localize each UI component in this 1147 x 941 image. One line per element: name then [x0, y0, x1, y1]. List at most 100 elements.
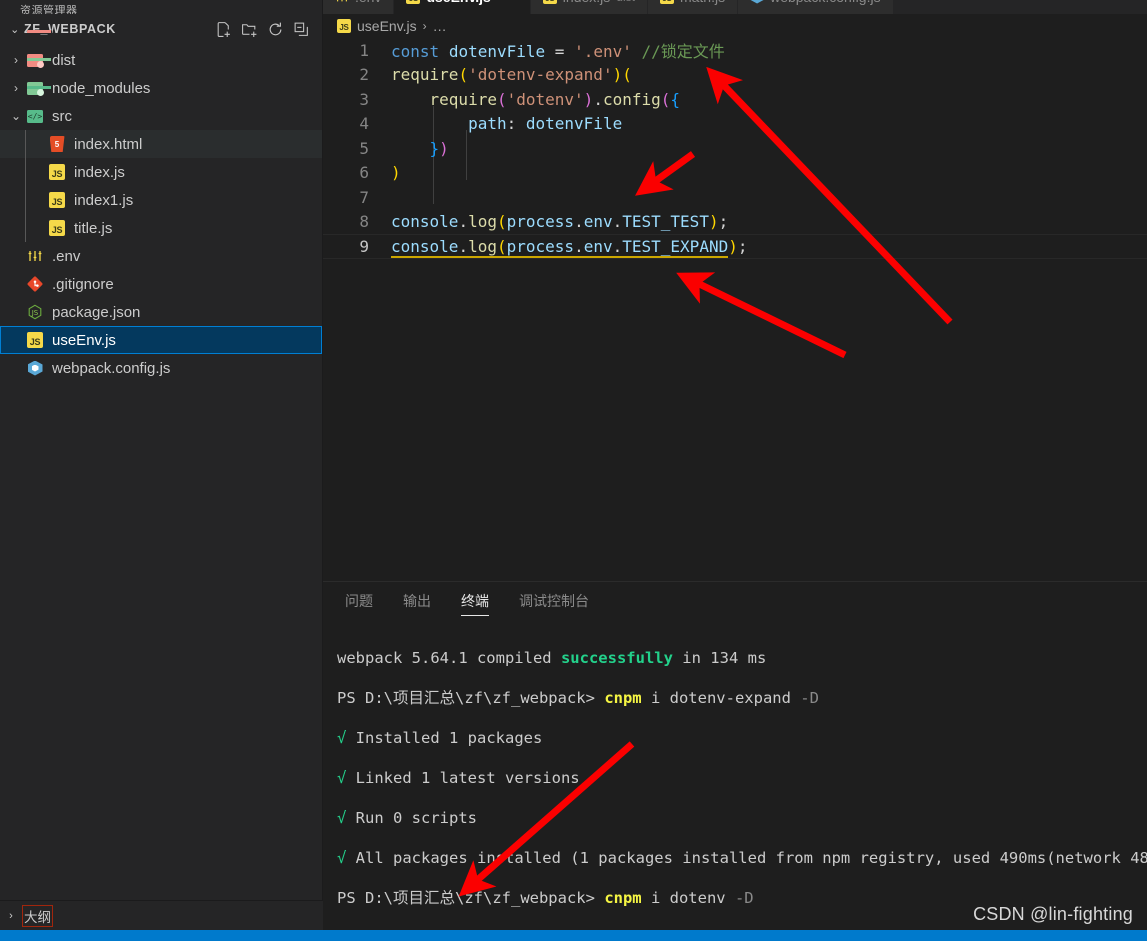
- code-line-5: 5 }): [323, 136, 1147, 161]
- bottom-panel: 问题 输出 终端 调试控制台 webpack 5.64.1 compiled s…: [323, 581, 1147, 941]
- spacer: ·: [30, 221, 46, 235]
- code-line-1: 1 const dotenvFile = '.env' //锁定文件: [323, 38, 1147, 63]
- outline-section[interactable]: › 大纲: [0, 900, 323, 930]
- tab-env[interactable]: .env: [323, 0, 395, 14]
- tab-label: math.js: [680, 0, 725, 5]
- folder-icon: </>: [24, 85, 52, 123]
- js-file-icon: JS: [46, 164, 68, 180]
- env-file-icon: [335, 0, 349, 4]
- tree-item-gitignore[interactable]: · .gitignore: [0, 270, 322, 298]
- tree-item-useenv-js[interactable]: · JS useEnv.js: [0, 326, 322, 354]
- status-bar[interactable]: [0, 930, 1147, 941]
- tree-item-label: webpack.config.js: [52, 359, 171, 377]
- tab-debug-console[interactable]: 调试控制台: [519, 582, 589, 620]
- tab-webpack-config-js[interactable]: webpack.config.js: [738, 0, 894, 14]
- tab-useenv-js[interactable]: JS useEnv.js ···: [394, 0, 531, 14]
- tree-item-label: dist: [52, 51, 76, 69]
- spacer: ·: [8, 333, 24, 347]
- code-line-2: 2 require('dotenv-expand')(: [323, 63, 1147, 88]
- watermark: CSDN @lin-fighting: [973, 904, 1133, 924]
- line-number: 7: [359, 187, 369, 207]
- line-number: 9: [359, 236, 369, 256]
- code-line-6: 6 ): [323, 161, 1147, 186]
- tree-item-src[interactable]: ⌄ </> src: [0, 85, 322, 130]
- terminal-line: √ Installed 1 packages: [337, 729, 543, 747]
- code-line-3: 3 require('dotenv').config({: [323, 87, 1147, 112]
- new-file-icon[interactable]: [212, 18, 234, 40]
- tree-item-index-js[interactable]: · JS index.js: [0, 158, 322, 186]
- tree-item-label: src: [52, 107, 72, 125]
- panel-tab-bar: 问题 输出 终端 调试控制台: [323, 582, 1147, 620]
- editor-area: .env JS useEnv.js ··· JS index.js dist J…: [323, 0, 1147, 941]
- tab-output[interactable]: 输出: [403, 582, 431, 620]
- tree-item-label: useEnv.js: [52, 331, 116, 349]
- tab-label: useEnv.js: [426, 0, 490, 5]
- chevron-right-icon: ›: [9, 909, 13, 922]
- line-number: 4: [359, 114, 369, 134]
- node-file-icon: JS: [24, 304, 46, 320]
- line-number: 1: [359, 40, 369, 60]
- js-file-icon: JS: [46, 192, 68, 208]
- collapse-all-icon[interactable]: [290, 18, 312, 40]
- tab-index-js[interactable]: JS index.js dist: [530, 0, 648, 14]
- editor-tab-bar: .env JS useEnv.js ··· JS index.js dist J…: [323, 0, 1147, 14]
- terminal-line: PS D:\项目汇总\zf\zf_webpack> cnpm i dotenv-…: [337, 689, 819, 707]
- chevron-down-icon: ⌄: [10, 23, 20, 36]
- line-number: 2: [359, 65, 369, 85]
- js-file-icon: JS: [337, 19, 351, 33]
- tree-item-title-js[interactable]: · JS title.js: [0, 214, 322, 242]
- code-editor[interactable]: 1 const dotenvFile = '.env' //锁定文件 2 req…: [323, 38, 1147, 581]
- spacer: ·: [30, 193, 46, 207]
- code-text: console.log(process.env.TEST_TEST);: [391, 212, 729, 232]
- js-file-icon: JS: [406, 0, 421, 4]
- code-line-8: 8 console.log(process.env.TEST_TEST);: [323, 210, 1147, 235]
- chevron-down-icon: ⌄: [10, 109, 22, 123]
- breadcrumb: JS useEnv.js › …: [323, 14, 1147, 38]
- code-text: const dotenvFile = '.env' //锁定文件: [391, 42, 725, 62]
- code-text: }): [429, 138, 449, 158]
- spacer: ·: [8, 249, 24, 263]
- tree-item-label: title.js: [74, 219, 113, 237]
- vscode-window: 资源管理器 ⌄ ZF_WEBPACK › dist › node_modules…: [0, 0, 1147, 941]
- tree-item-label: node_modules: [52, 79, 151, 97]
- line-number: 5: [359, 138, 369, 158]
- line-number: 8: [359, 212, 369, 232]
- tree-item-label: index.html: [74, 135, 143, 153]
- tree-item-webpack-config-js[interactable]: · webpack.config.js: [0, 354, 322, 382]
- webpack-file-icon: [24, 360, 46, 376]
- breadcrumb-more[interactable]: …: [433, 18, 447, 34]
- tab-label: webpack.config.js: [770, 0, 881, 5]
- tree-item-label: index1.js: [74, 191, 134, 209]
- tree-item-env[interactable]: · .env: [0, 242, 322, 270]
- env-file-icon: [24, 248, 46, 264]
- new-folder-icon[interactable]: [238, 18, 260, 40]
- tab-math-js[interactable]: JS math.js: [647, 0, 739, 14]
- sidebar: 资源管理器 ⌄ ZF_WEBPACK › dist › node_modules…: [0, 0, 323, 941]
- terminal-line: webpack 5.64.1 compiled successfully in …: [337, 649, 767, 667]
- spacer: ·: [8, 305, 24, 319]
- refresh-icon[interactable]: [264, 18, 286, 40]
- tree-item-index1-js[interactable]: · JS index1.js: [0, 186, 322, 214]
- spacer: ·: [30, 137, 46, 151]
- terminal-line: √ Linked 1 latest versions: [337, 769, 580, 787]
- line-number: 6: [359, 163, 369, 183]
- git-file-icon: [24, 276, 46, 292]
- code-line-9: 9 console.log(process.env.TEST_EXPAND);: [323, 234, 1147, 259]
- terminal-output[interactable]: webpack 5.64.1 compiled successfully in …: [323, 620, 1147, 941]
- code-text: path: dotenvFile: [468, 114, 623, 134]
- tree-item-package-json[interactable]: · JS package.json: [0, 298, 322, 326]
- terminal-line: √ All packages installed (1 packages ins…: [337, 849, 1147, 867]
- breadcrumb-file[interactable]: useEnv.js: [357, 18, 417, 34]
- webpack-file-icon: [750, 0, 765, 4]
- tab-terminal[interactable]: 终端: [461, 582, 489, 620]
- tree-item-label: .env: [52, 247, 81, 265]
- file-tree: › dist › node_modules ⌄ </> src 5 index.…: [0, 29, 322, 382]
- tab-label: index.js: [563, 0, 610, 5]
- chevron-right-icon: ›: [14, 81, 18, 95]
- js-file-icon: JS: [24, 332, 46, 348]
- code-text: ): [391, 163, 401, 183]
- terminal-line: √ Run 0 scripts: [337, 809, 477, 827]
- spacer: ·: [8, 277, 24, 291]
- tab-problems[interactable]: 问题: [345, 582, 373, 620]
- tree-item-index-html[interactable]: · 5 index.html: [0, 130, 322, 158]
